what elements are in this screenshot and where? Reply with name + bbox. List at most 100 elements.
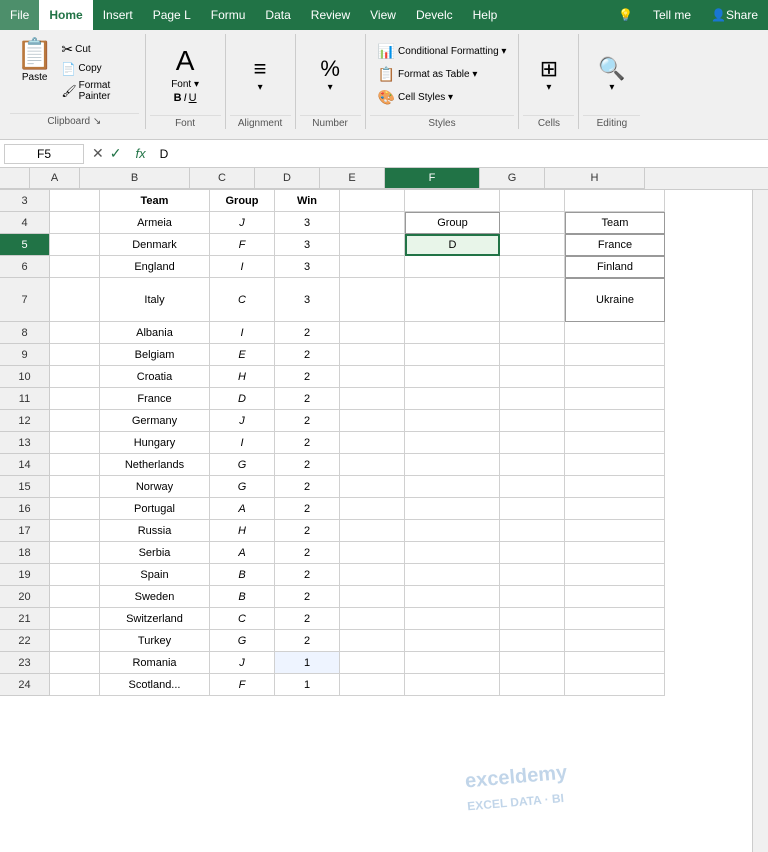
col-header-h[interactable]: H [545,168,645,189]
cell-c3[interactable]: Group [210,190,275,212]
row-header-4[interactable]: 4 [0,212,50,234]
row-header-17[interactable]: 17 [0,520,50,542]
cell-b20[interactable]: Sweden [100,586,210,608]
cell-e7[interactable] [340,278,405,322]
cell-h4[interactable]: Team [565,212,665,234]
cell-h16[interactable] [565,498,665,520]
corner-cell[interactable] [0,168,30,189]
cell-c13[interactable]: I [210,432,275,454]
cell-e11[interactable] [340,388,405,410]
cell-f21[interactable] [405,608,500,630]
cell-a18[interactable] [50,542,100,564]
row-header-22[interactable]: 22 [0,630,50,652]
cell-c19[interactable]: B [210,564,275,586]
row-header-23[interactable]: 23 [0,652,50,674]
copy-button[interactable]: 📄Copy [61,62,138,76]
col-header-d[interactable]: D [255,168,320,189]
cell-f22[interactable] [405,630,500,652]
cell-f9[interactable] [405,344,500,366]
cell-d21[interactable]: 2 [275,608,340,630]
cell-g23[interactable] [500,652,565,674]
cell-f15[interactable] [405,476,500,498]
cell-g13[interactable] [500,432,565,454]
cell-e22[interactable] [340,630,405,652]
cell-d16[interactable]: 2 [275,498,340,520]
cell-d15[interactable]: 2 [275,476,340,498]
cell-g18[interactable] [500,542,565,564]
cell-a17[interactable] [50,520,100,542]
cell-g6[interactable] [500,256,565,278]
cell-f24[interactable] [405,674,500,696]
cell-b8[interactable]: Albania [100,322,210,344]
cell-h24[interactable] [565,674,665,696]
cell-e17[interactable] [340,520,405,542]
row-header-9[interactable]: 9 [0,344,50,366]
menu-insert[interactable]: Insert [93,0,143,30]
cell-c20[interactable]: B [210,586,275,608]
cell-g22[interactable] [500,630,565,652]
cell-g15[interactable] [500,476,565,498]
cell-b6[interactable]: England [100,256,210,278]
cell-f3[interactable] [405,190,500,212]
cell-b23[interactable]: Romania [100,652,210,674]
row-header-21[interactable]: 21 [0,608,50,630]
cell-g7[interactable] [500,278,565,322]
cell-c11[interactable]: D [210,388,275,410]
cell-b11[interactable]: France [100,388,210,410]
cell-h23[interactable] [565,652,665,674]
col-header-f[interactable]: F [385,168,480,189]
menu-data[interactable]: Data [255,0,300,30]
cell-a16[interactable] [50,498,100,520]
menu-help[interactable]: Help [463,0,508,30]
alignment-dropdown[interactable]: ▾ [258,82,263,93]
cell-e20[interactable] [340,586,405,608]
cell-c22[interactable]: G [210,630,275,652]
cell-g4[interactable] [500,212,565,234]
cell-e15[interactable] [340,476,405,498]
vertical-scrollbar[interactable] [752,190,768,852]
cell-b19[interactable]: Spain [100,564,210,586]
menu-review[interactable]: Review [301,0,360,30]
cell-d3[interactable]: Win [275,190,340,212]
cell-a10[interactable] [50,366,100,388]
cell-c6[interactable]: I [210,256,275,278]
col-header-c[interactable]: C [190,168,255,189]
cell-g5[interactable] [500,234,565,256]
cell-e18[interactable] [340,542,405,564]
cell-h10[interactable] [565,366,665,388]
row-header-19[interactable]: 19 [0,564,50,586]
cell-c17[interactable]: H [210,520,275,542]
cell-a4[interactable] [50,212,100,234]
cell-e14[interactable] [340,454,405,476]
cell-e6[interactable] [340,256,405,278]
cell-a8[interactable] [50,322,100,344]
underline-button[interactable]: U [189,92,197,104]
fx-button[interactable]: fx [129,146,151,161]
cell-h22[interactable] [565,630,665,652]
cell-f14[interactable] [405,454,500,476]
cell-f8[interactable] [405,322,500,344]
cell-h6[interactable]: Finland [565,256,665,278]
cell-e10[interactable] [340,366,405,388]
cell-f17[interactable] [405,520,500,542]
menu-developer[interactable]: Develc [406,0,463,30]
row-header-6[interactable]: 6 [0,256,50,278]
row-header-10[interactable]: 10 [0,366,50,388]
cell-h3[interactable] [565,190,665,212]
font-dropdown[interactable]: Font ▾ [171,79,199,90]
cell-d18[interactable]: 2 [275,542,340,564]
cell-c24[interactable]: F [210,674,275,696]
cell-a14[interactable] [50,454,100,476]
cell-d6[interactable]: 3 [275,256,340,278]
cell-e8[interactable] [340,322,405,344]
cell-h13[interactable] [565,432,665,454]
menu-home[interactable]: Home [39,0,92,30]
cell-e12[interactable] [340,410,405,432]
cell-h5[interactable]: France [565,234,665,256]
cell-styles-button[interactable]: 🎨 Cell Styles ▾ [374,87,457,108]
cell-f5[interactable]: D [405,234,500,256]
cell-g19[interactable] [500,564,565,586]
cell-f11[interactable] [405,388,500,410]
cell-b12[interactable]: Germany [100,410,210,432]
cell-d24[interactable]: 1 [275,674,340,696]
